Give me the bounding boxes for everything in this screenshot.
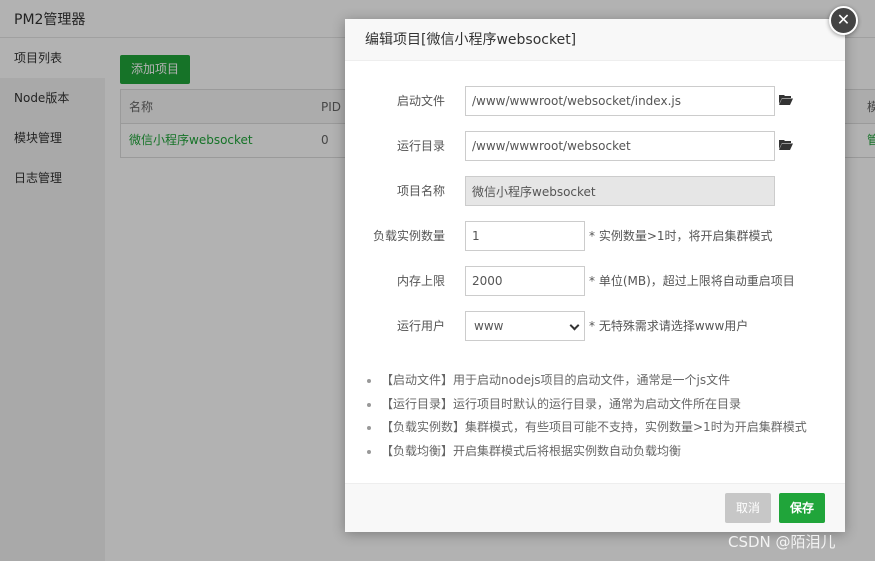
edit-project-dialog: 编辑项目[微信小程序websocket] 启动文件 运行目录 项目名称 负载实例… (345, 19, 845, 532)
save-button[interactable]: 保存 (779, 493, 825, 523)
list-item: 【启动文件】用于启动nodejs项目的启动文件，通常是一个js文件 (365, 369, 835, 393)
chevron-down-icon (569, 320, 580, 331)
start-file-label: 启动文件 (396, 94, 445, 108)
list-item: 【负载均衡】开启集群模式后将根据实例数自动负载均衡 (365, 440, 835, 464)
row-memory: 内存上限 * 单位(MB)，超过上限将自动重启项目 (345, 266, 845, 296)
memory-input[interactable] (465, 266, 585, 296)
run-user-select[interactable]: www (465, 311, 585, 341)
row-instances: 负载实例数量 * 实例数量>1时，将开启集群模式 (345, 221, 845, 251)
project-name-input (465, 176, 775, 206)
cancel-button[interactable]: 取消 (725, 493, 771, 523)
run-user-value: www (474, 319, 504, 333)
project-name-label: 项目名称 (396, 184, 445, 198)
memory-hint: * 单位(MB)，超过上限将自动重启项目 (589, 274, 795, 288)
dialog-title: 编辑项目[微信小程序websocket] (345, 19, 845, 61)
list-item: 【负载实例数】集群模式，有些项目可能不支持，实例数量>1时为开启集群模式 (365, 416, 835, 440)
row-start-file: 启动文件 (345, 86, 845, 116)
folder-open-icon[interactable] (779, 139, 793, 150)
row-project-name: 项目名称 (345, 176, 845, 206)
instances-label: 负载实例数量 (372, 229, 445, 243)
row-run-dir: 运行目录 (345, 131, 845, 161)
close-icon[interactable]: ✕ (829, 6, 858, 35)
folder-open-icon[interactable] (779, 94, 793, 105)
row-run-user: 运行用户 www * 无特殊需求请选择www用户 (345, 311, 845, 341)
start-file-input[interactable] (465, 86, 775, 116)
run-dir-input[interactable] (465, 131, 775, 161)
instances-input[interactable] (465, 221, 585, 251)
run-user-hint: * 无特殊需求请选择www用户 (589, 319, 749, 333)
instances-hint: * 实例数量>1时，将开启集群模式 (589, 229, 773, 243)
run-user-label: 运行用户 (396, 319, 445, 333)
run-dir-label: 运行目录 (396, 139, 445, 153)
list-item: 【运行目录】运行项目时默认的运行目录，通常为启动文件所在目录 (365, 393, 835, 417)
help-notes: 【启动文件】用于启动nodejs项目的启动文件，通常是一个js文件 【运行目录】… (365, 369, 835, 463)
memory-label: 内存上限 (396, 274, 445, 288)
watermark: CSDN @陌泪儿 (728, 533, 836, 551)
dialog-footer: 取消 保存 (345, 483, 845, 532)
